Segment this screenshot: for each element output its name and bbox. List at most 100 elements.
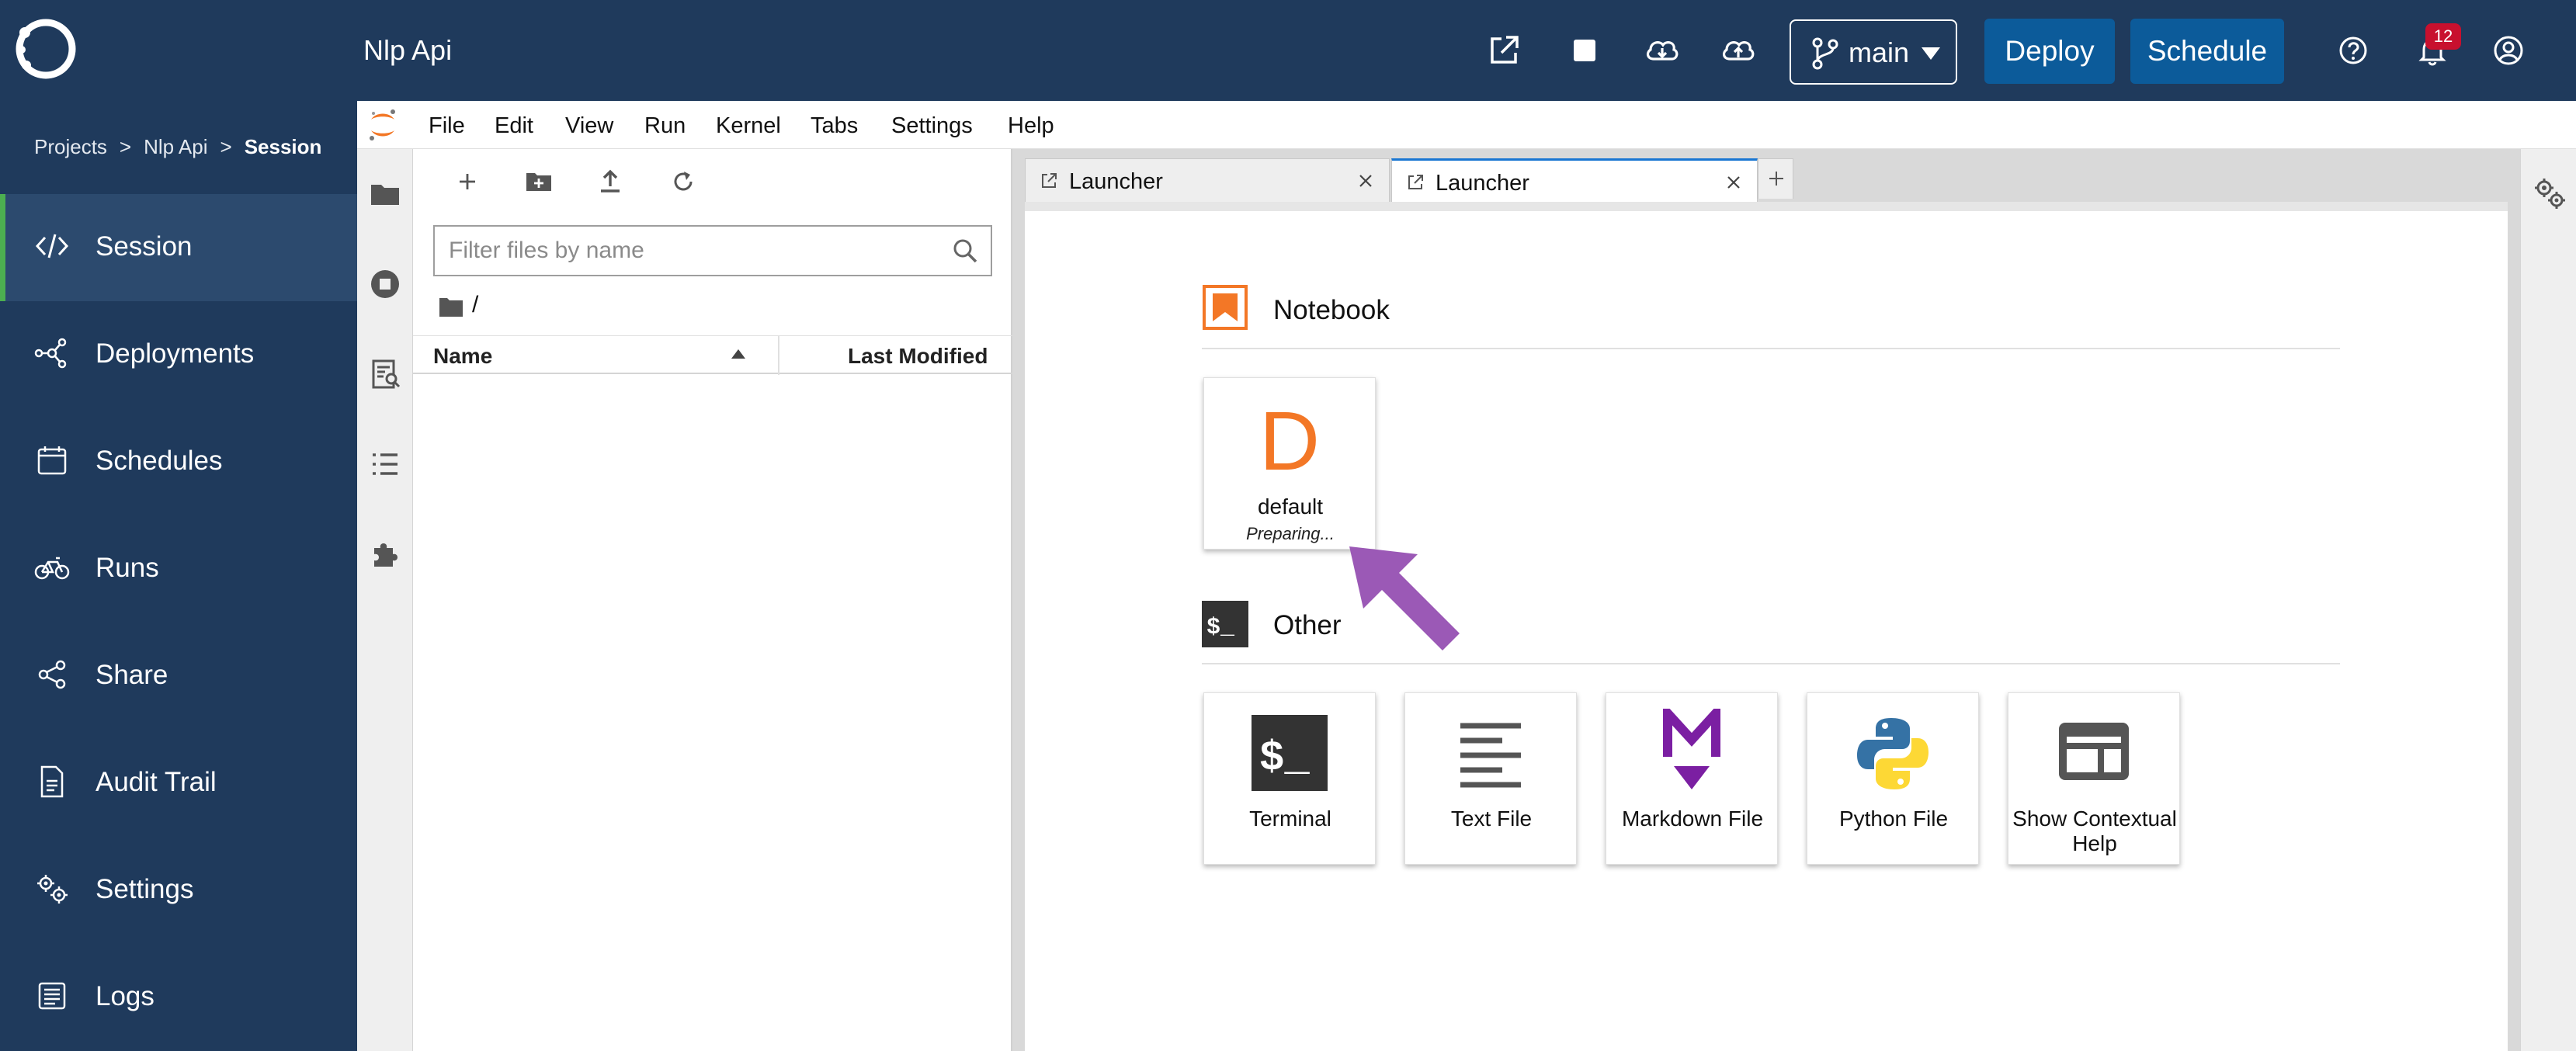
close-icon[interactable] — [1724, 173, 1743, 192]
notebook-kernel-icon: D — [1259, 401, 1320, 479]
tab-launcher-2[interactable]: Launcher — [1391, 158, 1758, 202]
python-icon — [1857, 718, 1929, 789]
close-icon[interactable] — [1356, 172, 1375, 190]
project-title: Nlp Api — [363, 34, 453, 66]
calendar-icon — [37, 446, 67, 475]
add-tab-button[interactable] — [1758, 158, 1793, 199]
menu-tabs[interactable]: Tabs — [811, 113, 858, 139]
file-filter-input[interactable] — [435, 227, 939, 275]
notebook-default-card[interactable]: D default Preparing... — [1203, 377, 1376, 550]
app-logo-icon[interactable] — [12, 16, 79, 82]
menu-view[interactable]: View — [565, 113, 613, 139]
svg-text:$_: $_ — [1206, 615, 1235, 641]
breadcrumb-current: Session — [244, 135, 322, 158]
tab-label: Launcher — [1069, 169, 1163, 194]
column-divider[interactable] — [778, 336, 779, 375]
cloud-download-icon[interactable] — [1643, 31, 1682, 70]
card-label: default — [1257, 494, 1324, 519]
breadcrumb-separator: > — [119, 135, 132, 158]
nav-item-label: Settings — [95, 874, 194, 904]
stop-icon[interactable] — [1565, 31, 1604, 70]
text-file-icon — [1460, 723, 1521, 788]
folder-icon[interactable] — [368, 177, 402, 211]
refresh-icon[interactable] — [668, 166, 699, 197]
menu-settings[interactable]: Settings — [891, 113, 973, 139]
running-sessions-icon[interactable] — [368, 267, 402, 301]
nav-item-logs[interactable]: Logs — [0, 944, 357, 1051]
branch-label: main — [1849, 36, 1910, 68]
launcher-icon — [1042, 173, 1057, 188]
nav-item-share[interactable]: Share — [0, 623, 357, 730]
left-navigation: Projects > Nlp Api > Session Session Deploym… — [0, 101, 357, 1051]
file-filter — [433, 225, 992, 276]
launcher-icon — [1408, 175, 1423, 189]
table-of-contents-icon[interactable] — [368, 447, 402, 481]
new-launcher-icon[interactable] — [452, 166, 483, 197]
nav-item-label: Session — [95, 231, 193, 262]
menu-help[interactable]: Help — [1008, 113, 1054, 139]
nav-item-session[interactable]: Session — [0, 194, 357, 301]
jupyter-logo-icon — [370, 109, 395, 140]
branch-selector[interactable]: main — [1790, 19, 1957, 85]
open-external-icon[interactable] — [1484, 31, 1523, 70]
git-branch-icon — [1812, 37, 1838, 70]
logs-icon — [38, 982, 66, 1010]
menu-edit[interactable]: Edit — [495, 113, 533, 139]
left-sidebar-tabs — [357, 149, 413, 1051]
contextual-help-card[interactable]: Show Contextual Help — [2008, 692, 2180, 865]
nav-item-schedules[interactable]: Schedules — [0, 408, 357, 515]
markdown-file-card[interactable]: Markdown File — [1606, 692, 1778, 865]
other-section-title: Other — [1273, 610, 1342, 640]
menu-kernel[interactable]: Kernel — [716, 113, 781, 139]
search-icon[interactable] — [950, 236, 980, 265]
sort-ascending-icon — [731, 349, 745, 359]
tab-launcher-1[interactable]: Launcher — [1025, 158, 1390, 202]
current-path[interactable]: / — [472, 292, 478, 318]
user-avatar-icon[interactable] — [2489, 31, 2528, 70]
upload-icon[interactable] — [595, 166, 626, 197]
network-icon — [34, 338, 67, 369]
nav-item-label: Audit Trail — [95, 767, 217, 797]
nav-item-label: Schedules — [95, 446, 223, 476]
breadcrumb-projects[interactable]: Projects — [34, 135, 107, 159]
breadcrumb: Projects > Nlp Api > Session — [34, 135, 321, 159]
top-bar: Nlp Api main Deploy Schedule 12 — [0, 0, 2576, 101]
file-browser: / Name Last Modified — [413, 149, 1012, 1051]
breadcrumb-separator: > — [220, 135, 232, 158]
menu-run[interactable]: Run — [644, 113, 686, 139]
extension-manager-icon[interactable] — [368, 537, 402, 571]
nav-item-label: Share — [95, 660, 168, 690]
chevron-down-icon — [1922, 47, 1940, 60]
menu-file[interactable]: File — [429, 113, 465, 139]
kernel-letter: D — [1259, 401, 1320, 479]
text-file-card[interactable]: Text File — [1404, 692, 1577, 865]
card-label: Text File — [1450, 806, 1533, 831]
column-last-modified[interactable]: Last Modified — [848, 344, 988, 369]
right-sidebar-tabs — [2520, 149, 2576, 1051]
terminal-card[interactable]: $_ Terminal — [1203, 692, 1376, 865]
card-label: Show Contextual Help — [2012, 806, 2177, 855]
nav-item-audit-trail[interactable]: Audit Trail — [0, 730, 357, 837]
schedule-button[interactable]: Schedule — [2130, 19, 2284, 84]
cloud-upload-icon[interactable] — [1719, 31, 1758, 70]
menu-bar: File Edit View Run Kernel Tabs Settings … — [357, 101, 2576, 149]
property-inspector-gears-icon[interactable] — [2533, 177, 2566, 210]
column-name[interactable]: Name — [433, 344, 492, 369]
document-icon — [40, 765, 64, 798]
card-label: Python File — [1838, 806, 1949, 831]
python-file-card[interactable]: Python File — [1807, 692, 1979, 865]
nav-item-settings[interactable]: Settings — [0, 837, 357, 944]
terminal-icon: $_ — [1252, 715, 1328, 791]
file-list-header: Name Last Modified — [413, 335, 1012, 375]
nav-item-deployments[interactable]: Deployments — [0, 301, 357, 408]
folder-icon[interactable] — [438, 295, 464, 318]
property-inspector-icon[interactable] — [368, 357, 402, 391]
help-icon[interactable] — [2334, 31, 2373, 70]
tab-label: Launcher — [1436, 171, 1529, 196]
breadcrumb-project[interactable]: Nlp Api — [144, 135, 207, 159]
new-folder-icon[interactable] — [523, 166, 554, 197]
deploy-button[interactable]: Deploy — [1984, 19, 2115, 84]
terminal-section-icon: $_ — [1202, 601, 1248, 647]
code-icon — [35, 234, 69, 258]
nav-item-runs[interactable]: Runs — [0, 515, 357, 623]
